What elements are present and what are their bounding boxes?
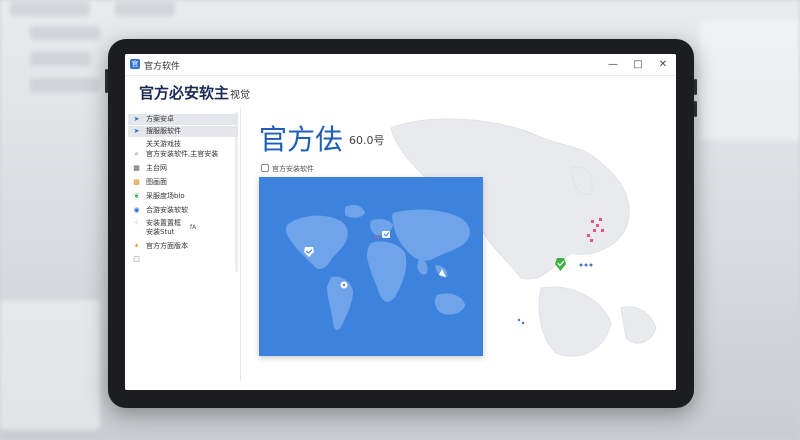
tablet-device: 官 官方软件 — □ ✕ 官方必安软主视觉 ➤ 方案安卓 ➤ 搜服服软件 关关游… xyxy=(105,39,697,408)
backdrop-card xyxy=(0,300,100,430)
backdrop-bar xyxy=(115,2,175,16)
map-card-label: 官方安装软件 xyxy=(261,164,314,174)
sidebar: ➤ 方案安卓 ➤ 搜服服软件 关关游戏技 ⌕ 官方安装软件,主官安装 ▦ 主台网… xyxy=(125,108,241,390)
app-logo-icon: 官 xyxy=(130,59,140,69)
arrow-up-icon: ➤ xyxy=(133,127,140,135)
app-window: 官 官方软件 — □ ✕ 官方必安软主视觉 ➤ 方案安卓 ➤ 搜服服软件 关关游… xyxy=(125,54,676,390)
map-pin-europe[interactable] xyxy=(382,231,390,238)
sidebar-item-5[interactable]: ▩ 图画面 xyxy=(128,177,238,188)
main-subheading: 60.0号 xyxy=(349,134,385,147)
title-bar: 官 官方软件 — □ ✕ xyxy=(125,54,676,76)
main-heading: 官方佉 xyxy=(259,123,344,156)
world-map xyxy=(285,205,470,330)
window-title: 官方软件 xyxy=(144,62,181,72)
backdrop-bar xyxy=(10,2,90,16)
grid-icon: ▦ xyxy=(133,164,140,172)
sidebar-item-3[interactable]: ⌕ 官方安装软件,主官安装 xyxy=(128,149,238,160)
sidebar-item-1[interactable]: ➤ 搜服服软件 xyxy=(128,126,238,137)
backdrop-card xyxy=(700,20,800,140)
leaf-icon: ❦ xyxy=(133,192,140,200)
sidebar-item-label: 关关游戏技 xyxy=(146,140,181,148)
arrow-up-icon: ➤ xyxy=(133,115,140,123)
sidebar-item-4[interactable]: ▦ 主台网 xyxy=(128,163,238,174)
window-bottom-edge xyxy=(125,381,676,390)
pink-dots-cluster xyxy=(374,236,379,239)
star-icon: ✦ xyxy=(133,242,140,250)
window-icon xyxy=(261,164,269,172)
world-map-card[interactable] xyxy=(259,177,483,356)
sidebar-item-label: 官方安装软件,主官安装 xyxy=(146,150,219,158)
sidebar-item-label: 官方方面版本 xyxy=(146,242,188,250)
search-icon: ⌕ xyxy=(134,150,139,158)
sidebar-item-0[interactable]: ➤ 方案安卓 xyxy=(128,114,238,125)
main-content: 官方佉 60.0号 官方安装软件 xyxy=(241,108,676,390)
close-button[interactable]: ✕ xyxy=(655,58,671,72)
sidebar-item-label: 主台网 xyxy=(146,164,167,172)
sidebar-item-label: 采服度场bio xyxy=(146,192,185,200)
sidebar-item-label: 图画面 xyxy=(146,178,167,186)
sidebar-item-7[interactable]: ◉ 合游安装软软 xyxy=(128,205,238,216)
colorful-grid-icon: ▩ xyxy=(133,178,140,186)
sidebar-item-9[interactable]: ✦ 官方方面版本 xyxy=(128,241,238,252)
map-card-label-text: 官方安装软件 xyxy=(272,165,314,173)
page-title: 官方必安软主视觉 xyxy=(139,82,250,103)
sidebar-item-8[interactable]: ⁘ 安装置置框 安装Stut fA xyxy=(128,218,238,238)
tablet-side-button xyxy=(694,101,697,117)
page-title-text: 官方必安软主 xyxy=(139,84,230,102)
sidebar-item-label: 合游安装软软 xyxy=(146,206,188,214)
backdrop-bar xyxy=(30,26,100,40)
sidebar-item-6[interactable]: ❦ 采服度场bio xyxy=(128,191,238,202)
sidebar-item-label: 搜服服软件 xyxy=(146,127,181,135)
page-title-suffix: 视觉 xyxy=(230,90,251,101)
sidebar-item-extra: fA xyxy=(190,224,197,231)
green-check-marker[interactable] xyxy=(555,258,566,271)
square-icon: □ xyxy=(133,255,140,263)
maximize-button[interactable]: □ xyxy=(630,58,646,72)
backdrop-bar xyxy=(30,52,90,66)
tablet-side-button xyxy=(694,79,697,95)
map-pin-south-america[interactable] xyxy=(340,281,348,289)
sidebar-item-label-secondary: 安装Stut xyxy=(146,228,175,236)
shield-icon: ◉ xyxy=(133,206,140,214)
dots-icon: ⁘ xyxy=(133,219,140,227)
tablet-side-button xyxy=(105,69,108,93)
sidebar-item-10[interactable]: □ xyxy=(128,254,238,265)
minimize-button[interactable]: — xyxy=(605,58,621,72)
backdrop-bar xyxy=(30,78,100,92)
sidebar-item-label: 方案安卓 xyxy=(146,115,174,123)
